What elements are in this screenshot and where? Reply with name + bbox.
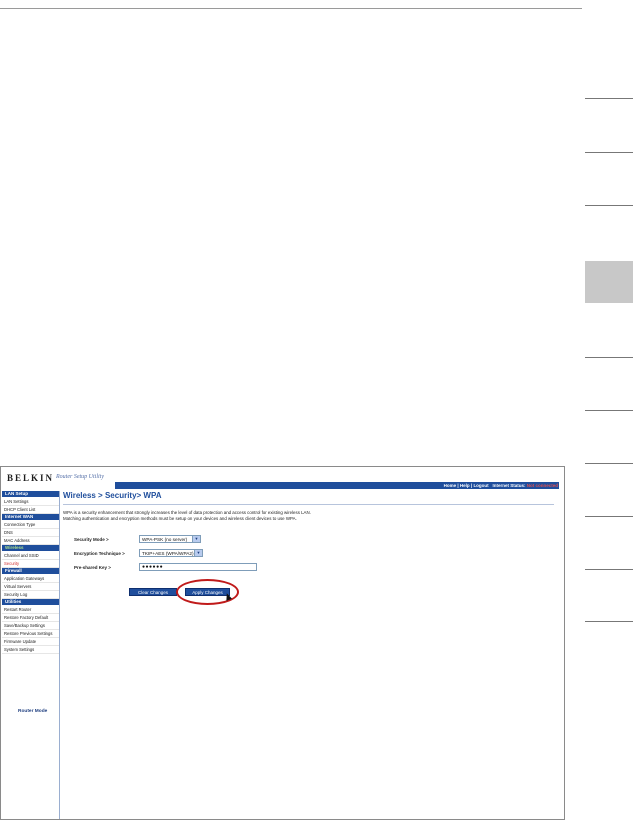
logout-link[interactable]: Logout (473, 483, 488, 488)
sidebar-item-lan-settings[interactable]: LAN Settings (2, 498, 59, 506)
chapter-tab-rule (585, 516, 633, 517)
security-mode-value: WPA-PSK (no server) (142, 537, 188, 542)
sidebar-heading-utilities: Utilities (2, 599, 59, 605)
sidebar-item-dhcp-client-list[interactable]: DHCP Client List (2, 506, 59, 514)
description: WPA is a security enhancement that stron… (63, 510, 311, 521)
chapter-tab-rule (585, 463, 633, 464)
sidebar-item-channel-ssid[interactable]: Channel and SSID (2, 552, 59, 560)
sidebar-item-restore-factory-default[interactable]: Restore Factory Default (2, 614, 59, 622)
sidebar-heading-internet-wan: Internet WAN (2, 514, 59, 520)
sidebar-item-virtual-servers[interactable]: Virtual Servers (2, 583, 59, 591)
sidebar-item-save-backup-settings[interactable]: Save/Backup Settings (2, 622, 59, 630)
sidebar-heading-firewall: Firewall (2, 568, 59, 574)
sidebar-heading-lan: LAN Setup (2, 491, 59, 497)
page-top-rule (0, 8, 582, 9)
top-nav: Home | Help | Logout Internet Status: No… (443, 483, 558, 488)
internet-status-label: Internet Status: (492, 483, 526, 488)
encryption-technique-value: TKIP+AES (WPA/WPA2) (142, 551, 194, 556)
internet-status-value: Not connected (526, 483, 558, 488)
chapter-tab-rule (585, 569, 633, 570)
belkin-logo: BELKIN (7, 473, 55, 483)
chevron-down-icon: ▼ (192, 536, 200, 542)
help-link[interactable]: Help (460, 483, 470, 488)
title-divider (63, 504, 554, 505)
sidebar-item-dns[interactable]: DNS (2, 529, 59, 537)
chapter-tab-rule (585, 98, 633, 99)
sidebar-item-restore-previous-settings[interactable]: Restore Previous Settings (2, 630, 59, 638)
home-link[interactable]: Home (444, 483, 457, 488)
sidebar-item-mac-address[interactable]: MAC Address (2, 537, 59, 545)
sidebar: LAN Setup LAN Settings DHCP Client List … (2, 491, 60, 819)
page-title: Wireless > Security> WPA (63, 491, 162, 500)
sidebar-item-restart-router[interactable]: Restart Router (2, 606, 59, 614)
router-mode-label: Router Mode (18, 709, 48, 714)
encryption-technique-select[interactable]: TKIP+AES (WPA/WPA2) ▼ (139, 549, 203, 557)
sidebar-item-firmware-update[interactable]: Firmware Update (2, 638, 59, 646)
security-mode-label: Security Mode > (74, 537, 109, 542)
sidebar-item-application-gateways[interactable]: Application Gateways (2, 575, 59, 583)
tagline: Router Setup Utility (56, 474, 104, 480)
router-screenshot: BELKIN Router Setup Utility Home | Help … (0, 466, 565, 820)
chapter-tab-rule (585, 205, 633, 206)
chevron-down-icon: ▼ (194, 550, 202, 556)
sidebar-item-system-settings[interactable]: System Settings (2, 646, 59, 654)
sidebar-heading-wireless: Wireless (2, 545, 59, 551)
pre-shared-key-label: Pre-shared Key > (74, 565, 111, 570)
sidebar-item-security[interactable]: Security (2, 560, 59, 568)
security-mode-select[interactable]: WPA-PSK (no server) ▼ (139, 535, 201, 543)
chapter-tab-active (585, 261, 633, 303)
sidebar-item-security-log[interactable]: Security Log (2, 591, 59, 599)
sidebar-item-connection-type[interactable]: Connection Type (2, 521, 59, 529)
chapter-tab-rule (585, 357, 633, 358)
chapter-tab-rule (585, 410, 633, 411)
pre-shared-key-input[interactable]: ●●●●●● (139, 563, 257, 571)
header: BELKIN Router Setup Utility Home | Help … (1, 467, 564, 489)
clear-changes-button[interactable]: Clear Changes (129, 588, 177, 596)
encryption-technique-label: Encryption Technique > (74, 551, 125, 556)
chapter-tab-rule (585, 152, 633, 153)
chapter-tab-rule (585, 621, 633, 622)
